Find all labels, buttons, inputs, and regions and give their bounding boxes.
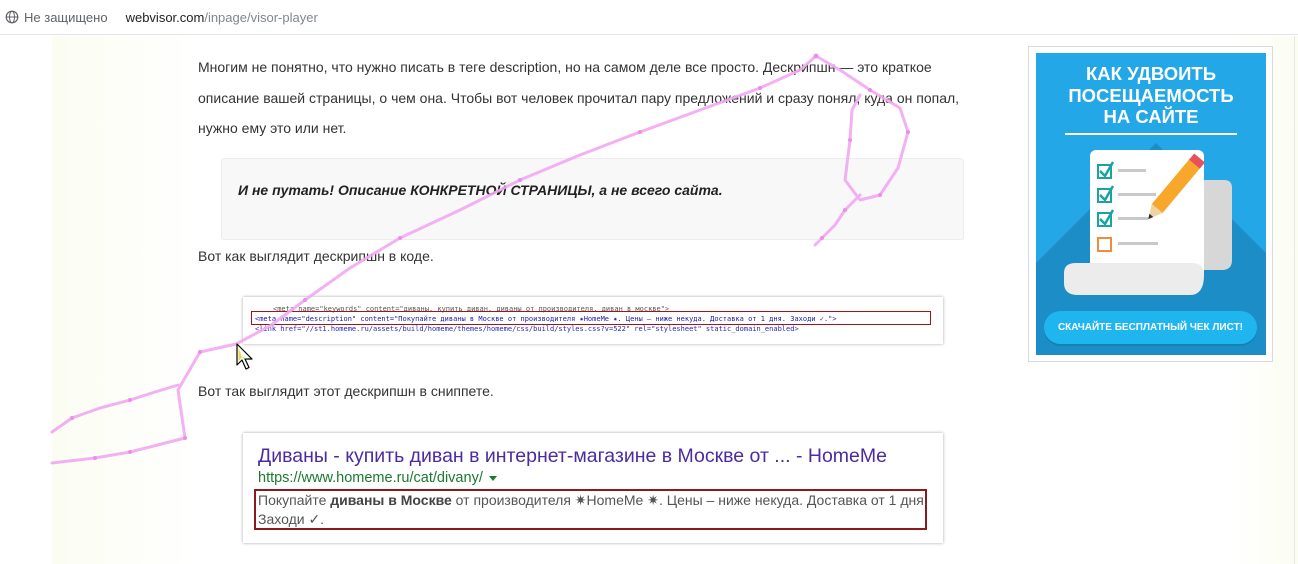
url-path: /inpage/visor-player [204,9,318,25]
snippet-url-text: https://www.homeme.ru/cat/divany/ [258,470,483,486]
code-screenshot: <meta name="keywords" content="диваны, к… [243,297,943,344]
snippet-desc-bold: диваны в Москве [330,492,452,508]
dropdown-arrow-icon [488,475,497,481]
ad-title-line-2: ПОСЕЩАЕМОСТЬ [1068,84,1234,106]
snippet-desc-pre: Покупайте [258,492,331,508]
snippet-screenshot: Диваны - купить диван в интернет-магазин… [243,433,943,543]
url-host: webvisor.com [125,9,205,25]
ad-divider [1065,133,1237,135]
checklist-icon [1064,150,1232,295]
address-bar[interactable]: Не защищено webvisor.com/inpage/visor-pl… [0,0,1298,35]
left-margin [52,36,200,564]
intro-paragraph: Многим не понятно, что нужно писать в те… [198,59,960,136]
right-border [1294,36,1295,564]
code-highlight-box [251,311,931,325]
ad-title-line-3: НА САЙТЕ [1103,106,1199,127]
snippet-title: Диваны - купить диван в интернет-магазин… [258,445,887,467]
snippet-url: https://www.homeme.ru/cat/divany/ [258,470,497,486]
ad-title-line-1: КАК УДВОИТЬ [1085,63,1216,84]
snippet-caption: Вот так выглядит этот дескрипшн в сниппе… [198,383,494,399]
security-status[interactable]: Не защищено [24,10,108,25]
ad-banner[interactable]: КАК УДВОИТЬ ПОСЕЩАЕМОСТЬ НА САЙТЕ СКАЧАЙ… [1036,53,1266,355]
callout-box: И не путать! Описание КОНКРЕТНОЙ СТРАНИЦ… [221,158,964,240]
ad-cta-button[interactable]: СКАЧАЙТЕ БЕСПЛАТНЫЙ ЧЕК ЛИСТ! [1044,311,1257,344]
callout-text: И не путать! Описание КОНКРЕТНОЙ СТРАНИЦ… [238,182,723,198]
url-text[interactable]: webvisor.com/inpage/visor-player [126,10,318,25]
snippet-description: Покупайте диваны в Москве от производите… [258,491,928,529]
code-line-link: <link href="//st1.homeme.ru/assets/build… [255,325,799,333]
ad-title: КАК УДВОИТЬ ПОСЕЩАЕМОСТЬ НА САЙТЕ [1036,63,1266,128]
code-caption: Вот как выглядит дескрипшн в коде. [198,248,434,264]
globe-icon [5,10,19,24]
mouse-cursor-icon [236,343,253,370]
